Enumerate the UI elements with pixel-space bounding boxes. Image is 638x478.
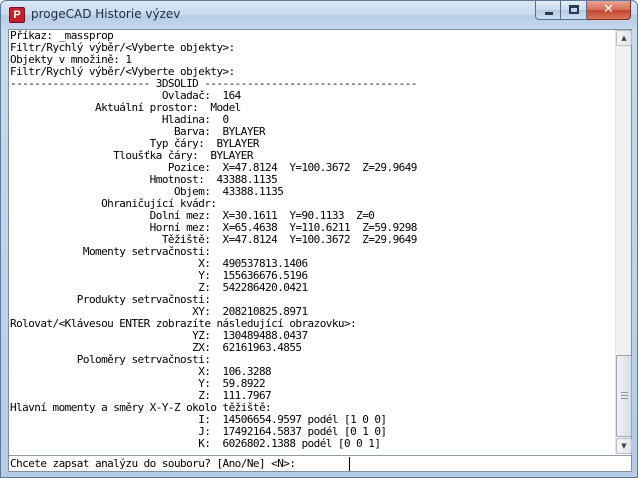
vertical-scrollbar[interactable]: ▲ ▼	[615, 30, 632, 454]
history-window: P progeCAD Historie výzev ✕ Příkaz: _mas…	[0, 0, 638, 478]
scroll-down-button[interactable]: ▼	[616, 438, 632, 454]
command-prompt-text: Chcete zapsat analýzu do souboru? [Ano/N…	[10, 457, 296, 470]
close-icon: ✕	[603, 2, 614, 17]
thumb-grip-line	[621, 398, 628, 399]
command-history-output[interactable]: Příkaz: _massprop Filtr/Rychlý výběr/<Vyb…	[9, 30, 614, 454]
title-bar[interactable]: P progeCAD Historie výzev ✕	[1, 1, 637, 29]
thumb-grip-line	[621, 392, 628, 393]
command-line-bar: Chcete zapsat analýzu do souboru? [Ano/N…	[9, 455, 631, 471]
caption-buttons: ✕	[535, 1, 631, 20]
close-button[interactable]: ✕	[587, 1, 631, 20]
scroll-up-button[interactable]: ▲	[616, 30, 632, 46]
progecad-app-icon[interactable]: P	[9, 7, 25, 23]
maximize-icon	[569, 5, 579, 14]
minimize-icon	[545, 12, 553, 15]
scrollbar-thumb[interactable]	[616, 355, 632, 437]
minimize-button[interactable]	[535, 1, 561, 20]
maximize-button[interactable]	[561, 1, 587, 20]
command-input[interactable]	[349, 457, 629, 471]
window-client-area: Příkaz: _massprop Filtr/Rychlý výběr/<Vyb…	[8, 29, 632, 472]
window-title: progeCAD Historie výzev	[31, 7, 181, 21]
history-line: K: 6026802.1388 podél [0 0 1]	[10, 437, 381, 450]
thumb-grip-line	[621, 395, 628, 396]
